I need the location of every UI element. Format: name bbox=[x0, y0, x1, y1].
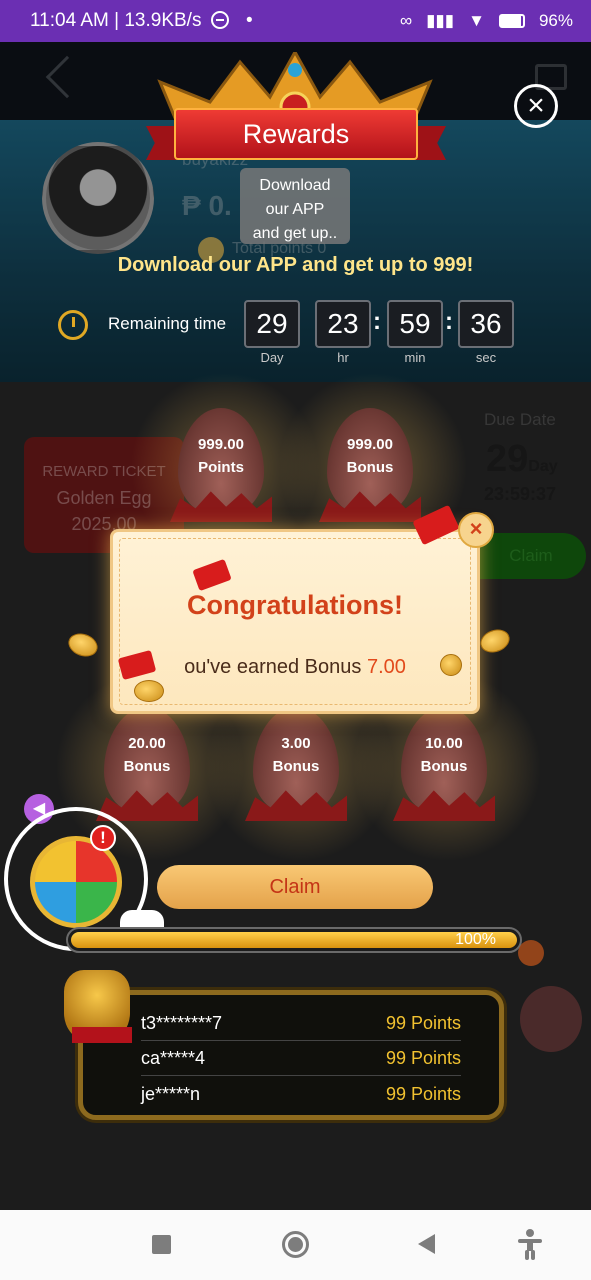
gift-cup-icon bbox=[520, 986, 582, 1052]
coin-icon bbox=[518, 940, 544, 966]
egg-reward[interactable]: 999.00 Points bbox=[170, 408, 272, 528]
winner-points: 99 Points bbox=[385, 1083, 461, 1104]
claim-button[interactable]: Claim bbox=[157, 865, 433, 909]
egg-reward[interactable]: 10.00 Bonus bbox=[393, 707, 495, 827]
winner-points: 99 Points bbox=[385, 1013, 461, 1033]
egg-kind: Bonus bbox=[346, 459, 394, 476]
timer-colon: : bbox=[445, 308, 453, 335]
status-time-text: 11:04 AM | 13.9KB/s bbox=[30, 10, 202, 31]
status-bar: 11:04 AM | 13.9KB/s • ∞ ▮▮▮ ▼ 96% bbox=[0, 0, 591, 42]
timer-minutes-unit: min bbox=[404, 350, 426, 365]
winner-user: je*****n bbox=[141, 1083, 201, 1104]
download-tooltip: Download our APP and get up.. bbox=[240, 168, 350, 244]
tooltip-line-1: Download bbox=[259, 177, 331, 194]
timer-hours: 23 bbox=[315, 300, 371, 348]
egg-value: 10.00 bbox=[425, 735, 463, 752]
status-time: 11:04 AM | 13.9KB/s • bbox=[30, 10, 400, 32]
winner-points: 99 Points bbox=[385, 1048, 461, 1068]
egg-kind: Bonus bbox=[420, 758, 468, 775]
back-icon[interactable] bbox=[418, 1234, 435, 1254]
coin-icon bbox=[134, 680, 164, 702]
list-item: ca*****4 99 Points bbox=[141, 1042, 461, 1076]
winners-board: t3********7 99 Points ca*****4 99 Points… bbox=[78, 990, 504, 1120]
list-item: t3********7 99 Points bbox=[141, 1007, 461, 1041]
egg-kind: Bonus bbox=[123, 758, 171, 775]
egg-value: 20.00 bbox=[128, 735, 166, 752]
bonus-amount: 7.00 bbox=[366, 656, 406, 678]
modal-border bbox=[119, 538, 471, 705]
modal-close-button[interactable]: × bbox=[458, 512, 494, 548]
home-icon[interactable] bbox=[282, 1231, 309, 1258]
trophy-ribbon bbox=[72, 1027, 132, 1043]
egg-value: 3.00 bbox=[281, 735, 311, 752]
modal-message-text: ou've earned Bonus bbox=[184, 656, 367, 678]
close-icon[interactable]: × bbox=[514, 84, 558, 128]
timer-colon: : bbox=[373, 308, 381, 335]
progress-fill bbox=[71, 932, 517, 948]
modal-message: ou've earned Bonus 7.00 bbox=[113, 656, 477, 679]
coin-icon bbox=[440, 654, 462, 676]
congratulations-modal: Congratulations! ou've earned Bonus 7.00 bbox=[110, 529, 480, 714]
system-nav-bar bbox=[0, 1210, 591, 1280]
countdown-timer: Remaining time 29 Day 23 hr : 59 min : 3… bbox=[58, 300, 538, 370]
list-item: je*****n 99 Points bbox=[141, 1077, 461, 1111]
timer-days: 29 bbox=[244, 300, 300, 348]
timer-minutes: 59 bbox=[387, 300, 443, 348]
status-dot: • bbox=[246, 10, 253, 31]
timer-seconds: 36 bbox=[458, 300, 514, 348]
winner-user: ca*****4 bbox=[141, 1048, 206, 1068]
timer-hours-unit: hr bbox=[337, 350, 349, 365]
wifi-icon: ▼ bbox=[468, 11, 485, 30]
progress-bar: 100% bbox=[66, 927, 522, 953]
minus-circle-icon bbox=[210, 11, 229, 29]
progress-label: 100% bbox=[455, 931, 496, 948]
winner-user: t3********7 bbox=[141, 1013, 223, 1033]
rewards-title: Rewards bbox=[174, 108, 418, 160]
egg-value: 999.00 bbox=[198, 436, 244, 453]
battery-icon bbox=[498, 14, 525, 28]
tooltip-line-3: and get up.. bbox=[252, 225, 338, 242]
recents-icon[interactable] bbox=[152, 1235, 171, 1254]
alert-badge: ! bbox=[90, 825, 116, 851]
egg-reward[interactable]: 20.00 Bonus bbox=[96, 707, 198, 827]
remaining-time-label: Remaining time bbox=[108, 314, 227, 333]
tooltip-line-2: our APP bbox=[265, 201, 325, 218]
battery-percent: 96% bbox=[538, 11, 573, 30]
link-icon: ∞ bbox=[399, 11, 413, 30]
egg-reward[interactable]: 999.00 Bonus bbox=[319, 408, 421, 528]
rewards-title-banner: Rewards bbox=[146, 108, 446, 164]
egg-reward[interactable]: 3.00 Bonus bbox=[245, 707, 347, 827]
clock-icon bbox=[58, 310, 88, 340]
timer-days-unit: Day bbox=[260, 350, 284, 365]
timer-seconds-unit: sec bbox=[475, 350, 497, 365]
egg-kind: Bonus bbox=[272, 758, 320, 775]
modal-title: Congratulations! bbox=[187, 590, 403, 620]
signal-icon: ▮▮▮ bbox=[426, 11, 455, 30]
accessibility-icon[interactable] bbox=[516, 1228, 544, 1260]
egg-kind: Points bbox=[198, 459, 244, 476]
egg-value: 999.00 bbox=[347, 436, 393, 453]
rewards-page: buyakizz ₱ 0. Total points 0 REWARD TICK… bbox=[0, 42, 591, 1210]
download-headline: Download our APP and get up to 999! bbox=[117, 254, 474, 276]
